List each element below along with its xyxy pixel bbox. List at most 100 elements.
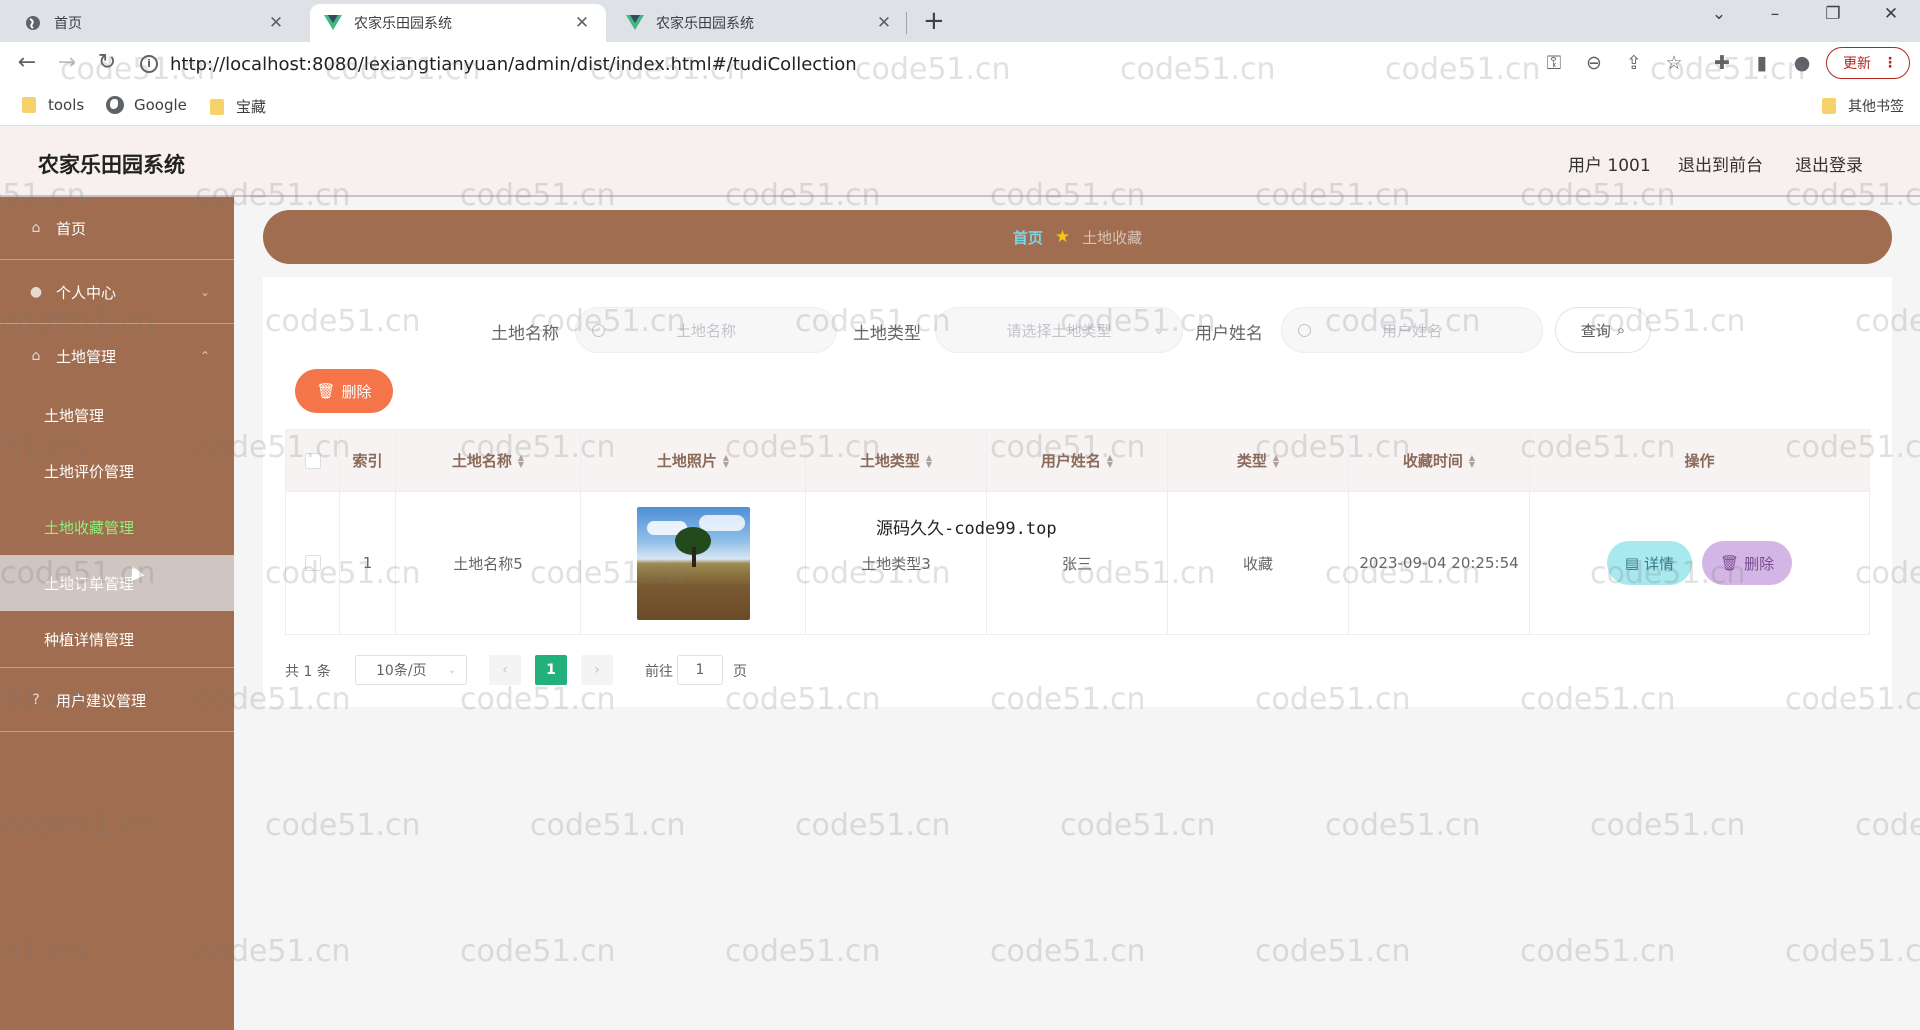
- bookmark-star-icon[interactable]: ☆: [1660, 52, 1688, 74]
- sort-icon[interactable]: ▲ ▼: [1469, 453, 1475, 468]
- sort-icon[interactable]: ▲ ▼: [723, 453, 729, 468]
- photo-tree-trunk: [691, 546, 696, 567]
- sidebar-divider: [0, 667, 234, 668]
- col-label: 索引: [352, 452, 383, 470]
- goto-page-input[interactable]: 1: [677, 655, 723, 685]
- sidebar-item-personal[interactable]: ● 个人中心 ⌄: [0, 261, 234, 323]
- vue-logo-icon: [324, 14, 342, 32]
- col-index: 索引: [340, 430, 396, 491]
- chevron-down-icon: ⌄: [1153, 323, 1164, 337]
- profile-icon[interactable]: ●: [1788, 52, 1816, 74]
- current-user: 用户 1001: [1568, 156, 1651, 176]
- browser-tab[interactable]: 首页 ✕: [10, 4, 300, 42]
- minimize-icon[interactable]: –: [1750, 4, 1800, 24]
- sidebar-item-suggestions[interactable]: ? 用户建议管理: [0, 669, 234, 731]
- next-page-button[interactable]: ›: [581, 655, 613, 685]
- extensions-icon[interactable]: ✚: [1708, 52, 1736, 74]
- browser-tabstrip: 首页 ✕ 农家乐田园系统 ✕ 农家乐田园系统 ✕ + ⌄ – ❐ ✕: [0, 0, 1920, 42]
- bookmark-tools[interactable]: tools: [22, 96, 84, 114]
- site-info-icon[interactable]: i: [140, 55, 158, 73]
- bookmark-google[interactable]: Google: [106, 96, 187, 114]
- sidebar-sub-land-collection[interactable]: 土地收藏管理: [0, 499, 234, 555]
- sidebar-sub-land-review[interactable]: 土地评价管理: [0, 443, 234, 499]
- restore-icon[interactable]: ❐: [1808, 4, 1858, 24]
- col-type[interactable]: 类型 ▲ ▼: [1168, 430, 1349, 491]
- close-icon[interactable]: ✕: [874, 13, 894, 33]
- exit-to-front-link[interactable]: 退出到前台: [1678, 151, 1763, 176]
- sidebar-sub-planting-detail[interactable]: 种植详情管理: [0, 611, 234, 667]
- page-size-select[interactable]: 10条/页 ⌄: [355, 655, 467, 685]
- col-actions: 操作: [1530, 430, 1869, 491]
- zoom-icon[interactable]: ⊖: [1580, 52, 1608, 74]
- cell-land-photo: [581, 492, 806, 634]
- query-label: 查询: [1580, 321, 1611, 340]
- detail-button[interactable]: ▤ 详情: [1606, 541, 1693, 585]
- col-land-photo[interactable]: 土地照片 ▲ ▼: [581, 430, 806, 491]
- sidepanel-icon[interactable]: ▮: [1748, 52, 1776, 74]
- user-name-label: 用户姓名: [1195, 324, 1263, 344]
- select-all-cell: [286, 430, 340, 491]
- sidebar-item-label: 个人中心: [56, 283, 117, 302]
- bookmark-other[interactable]: 其他书签: [1822, 96, 1904, 116]
- folder-icon: [1822, 98, 1836, 114]
- col-collect-time[interactable]: 收藏时间 ▲ ▼: [1349, 430, 1530, 491]
- logout-link[interactable]: 退出登录: [1795, 151, 1863, 176]
- select-all-checkbox[interactable]: [304, 452, 321, 469]
- sidebar-divider: [0, 731, 234, 732]
- bookmark-treasure[interactable]: 宝藏: [210, 96, 266, 117]
- close-icon[interactable]: ✕: [572, 13, 592, 33]
- update-button[interactable]: 更新 ⋮: [1826, 47, 1910, 79]
- data-table: 索引 土地名称 ▲ ▼ 土地照片 ▲ ▼ 土地类型 ▲ ▼ 用户姓名 ▲ ▼ 类型 ▲ ▼ 收藏时间…: [285, 429, 1870, 635]
- row-select-cell: [286, 492, 340, 634]
- land-name-input[interactable]: 土地名称: [575, 307, 837, 353]
- goto-suffix: 页: [733, 664, 747, 680]
- tab-search-icon[interactable]: ⌄: [1694, 4, 1744, 24]
- land-photo-thumbnail[interactable]: [636, 506, 750, 620]
- delete-label: 删除: [1744, 554, 1775, 573]
- cell-collect-time: 2023-09-04 20:25:54: [1349, 492, 1530, 634]
- browser-tab[interactable]: 农家乐田园系统 ✕: [612, 4, 908, 42]
- url-text[interactable]: http://localhost:8080/lexiangtianyuan/ad…: [170, 54, 857, 75]
- row-checkbox[interactable]: [304, 555, 321, 571]
- sort-icon[interactable]: ▲ ▼: [518, 453, 524, 468]
- forward-icon[interactable]: →: [52, 50, 82, 75]
- key-icon[interactable]: ⚿: [1540, 52, 1568, 74]
- breadcrumb: 首页 ★ 土地收藏: [263, 210, 1892, 264]
- cell-actions: ▤ 详情 🗑 删除: [1530, 492, 1869, 634]
- col-user-name[interactable]: 用户姓名 ▲ ▼: [987, 430, 1168, 491]
- trash-icon: 🗑: [316, 382, 336, 400]
- reload-icon[interactable]: ↻: [92, 50, 122, 75]
- tab-separator: [906, 12, 907, 34]
- browser-tab-active[interactable]: 农家乐田园系统 ✕: [310, 4, 606, 42]
- land-type-select[interactable]: 请选择土地类型 ⌄: [935, 307, 1183, 353]
- sort-icon[interactable]: ▲ ▼: [1273, 453, 1279, 468]
- window-close-icon[interactable]: ✕: [1866, 4, 1916, 24]
- delete-label: 删除: [341, 382, 372, 401]
- tab-title: 农家乐田园系统: [354, 16, 452, 32]
- row-delete-button[interactable]: 🗑 删除: [1702, 541, 1793, 585]
- col-land-type[interactable]: 土地类型 ▲ ▼: [806, 430, 987, 491]
- sort-icon[interactable]: ▲ ▼: [926, 453, 932, 468]
- address-bar[interactable]: i http://localhost:8080/lexiangtianyuan/…: [140, 47, 1540, 81]
- sidebar-item-home[interactable]: ⌂ 首页: [0, 197, 234, 259]
- page-size-value: 10条/页: [376, 663, 427, 679]
- sidebar-sub-land-order[interactable]: 土地订单管理: [0, 555, 234, 611]
- query-button[interactable]: 查询 ⌕: [1555, 307, 1651, 353]
- back-icon[interactable]: ←: [12, 50, 42, 75]
- col-label: 土地照片: [656, 452, 717, 470]
- land-name-placeholder: 土地名称: [675, 321, 736, 340]
- col-land-name[interactable]: 土地名称 ▲ ▼: [396, 430, 581, 491]
- chevron-up-icon: ⌃: [199, 349, 210, 363]
- share-icon[interactable]: ⇪: [1620, 52, 1648, 74]
- sidebar-sub-land[interactable]: 土地管理: [0, 387, 234, 443]
- prev-page-button[interactable]: ‹: [489, 655, 521, 685]
- new-tab-icon[interactable]: +: [923, 6, 945, 36]
- current-page-button[interactable]: 1: [535, 655, 567, 685]
- user-name-input[interactable]: 用户姓名: [1281, 307, 1543, 353]
- batch-delete-button[interactable]: 🗑 删除: [295, 369, 393, 413]
- bookmark-label: 其他书签: [1848, 99, 1904, 115]
- sort-icon[interactable]: ▲ ▼: [1107, 453, 1113, 468]
- close-icon[interactable]: ✕: [266, 13, 286, 33]
- sidebar-item-land-mgmt[interactable]: ⌂ 土地管理 ⌃: [0, 325, 234, 387]
- breadcrumb-home[interactable]: 首页: [1013, 227, 1043, 248]
